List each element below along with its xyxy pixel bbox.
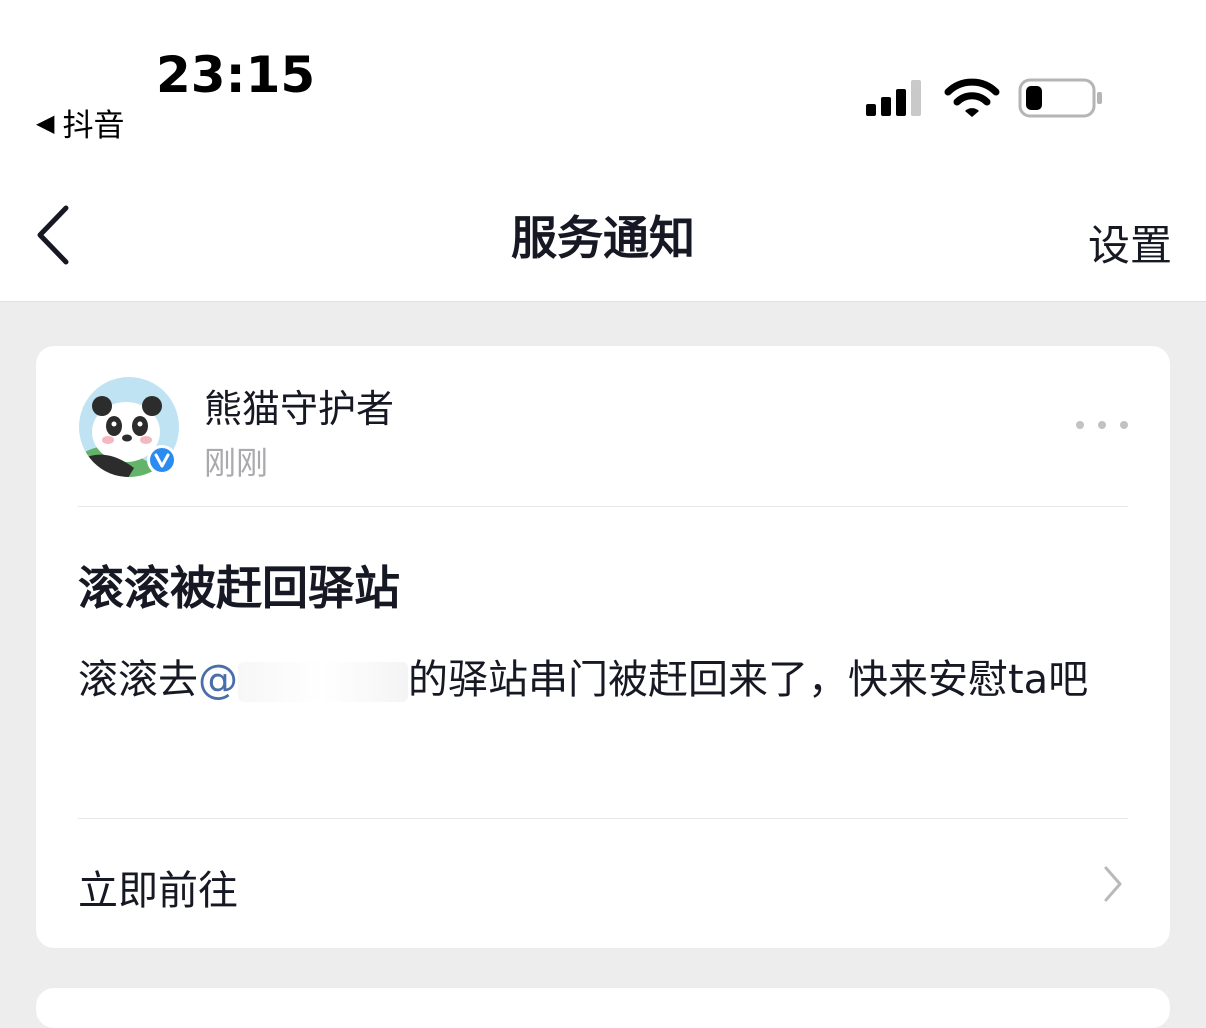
navigation-bar: 服务通知 设置	[0, 170, 1206, 302]
status-bar: 23:15 ◀ 抖音	[0, 0, 1206, 170]
back-to-app-link[interactable]: ◀ 抖音	[36, 100, 124, 145]
notification-card: 熊猫守护者 刚刚 滚滚被赶回驿站 滚滚去@ 的驿站串门被赶回来了，快来安慰ta吧 …	[36, 346, 1170, 948]
wifi-icon	[944, 78, 1000, 117]
next-notification-card	[36, 988, 1170, 1028]
status-time: 23:15	[156, 46, 316, 104]
body-suffix: 的驿站串门被赶回来了，快来安慰ta吧	[408, 657, 1089, 703]
sender-name: 熊猫守护者	[204, 387, 395, 431]
back-app-label: 抖音	[62, 108, 125, 144]
notification-time: 刚刚	[204, 444, 269, 482]
back-triangle-icon: ◀	[36, 108, 55, 137]
mention-link[interactable]: @	[198, 657, 408, 703]
notification-title: 滚滚被赶回驿站	[78, 561, 400, 615]
cellular-signal-icon	[866, 80, 921, 116]
notification-body: 滚滚去@ 的驿站串门被赶回来了，快来安慰ta吧	[78, 646, 1132, 714]
panda-avatar[interactable]	[78, 376, 180, 478]
settings-button[interactable]: 设置	[1088, 212, 1172, 273]
chevron-right-icon	[1104, 866, 1122, 902]
mention-symbol: @	[198, 657, 238, 703]
battery-icon	[1018, 78, 1102, 118]
page-title: 服务通知	[511, 211, 695, 265]
verified-badge-icon	[150, 448, 174, 472]
go-now-button[interactable]: 立即前往	[36, 818, 1170, 948]
mention-redacted	[238, 662, 408, 702]
go-now-label: 立即前往	[78, 868, 238, 914]
divider	[78, 506, 1128, 507]
more-options-icon[interactable]	[1074, 418, 1130, 432]
body-prefix: 滚滚去	[78, 657, 198, 703]
